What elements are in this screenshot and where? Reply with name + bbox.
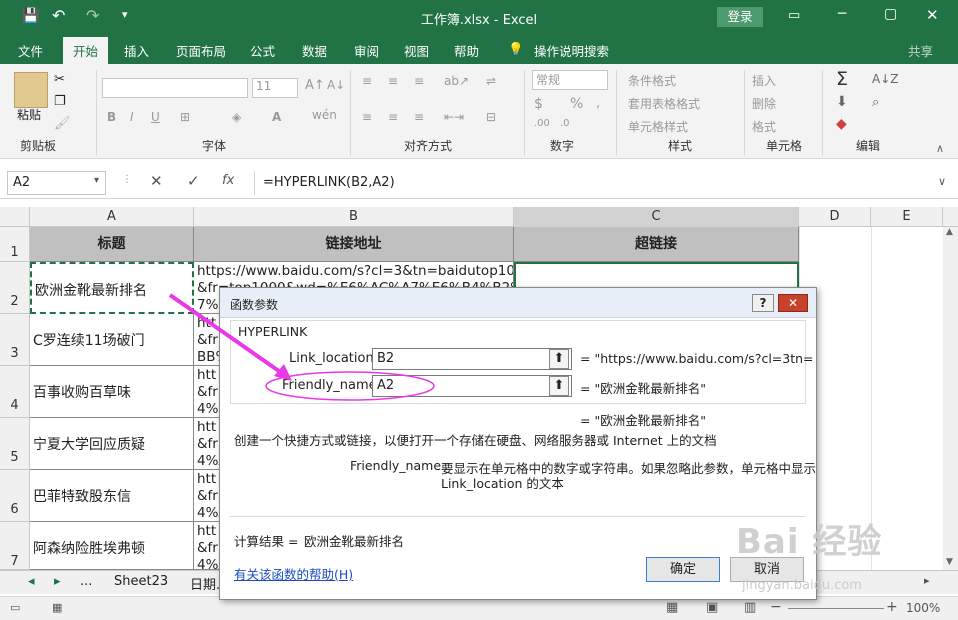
annotation-arrow <box>168 293 288 378</box>
watermark-url: jingyan.baidu.com <box>742 578 862 593</box>
watermark-brand: Bai 经验 <box>736 522 883 562</box>
annotation-circle <box>265 371 435 401</box>
